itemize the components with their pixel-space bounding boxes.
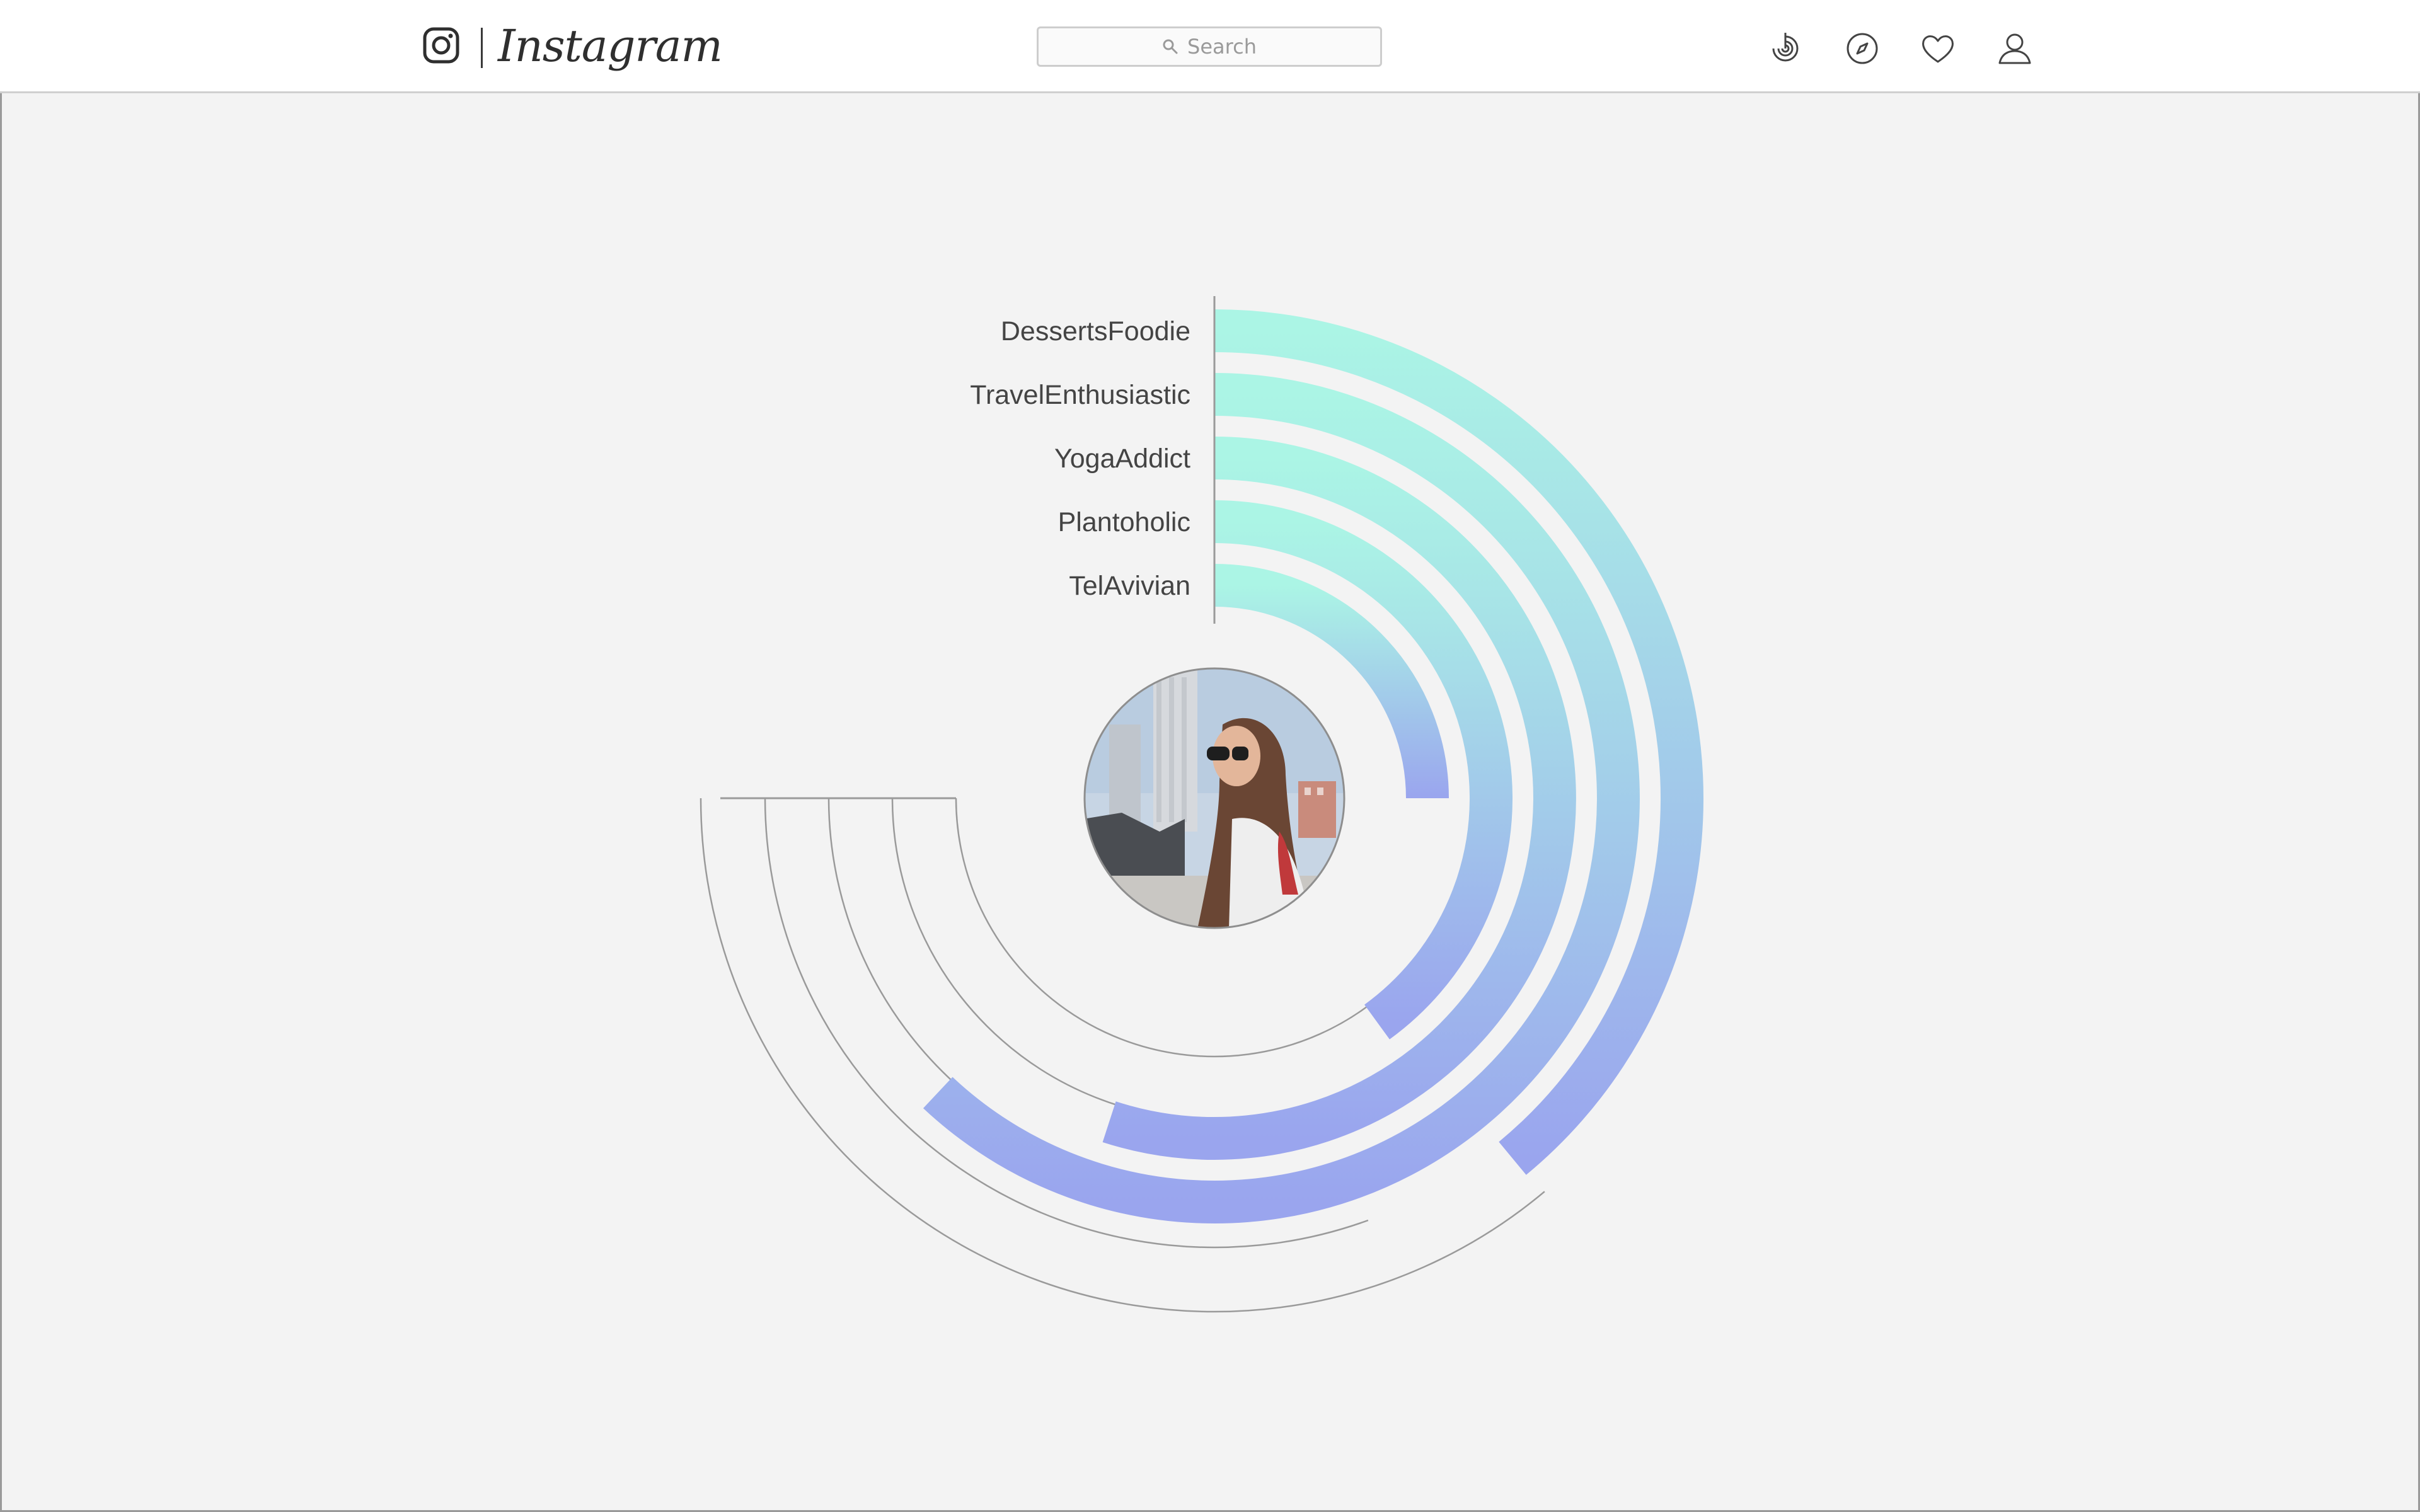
category-label: Plantoholic: [1058, 507, 1190, 537]
category-label: YogaAddict: [1054, 444, 1190, 474]
radial-bar-chart: DessertsFoodie TravelEnthusiastic YogaAddi…: [700, 296, 1704, 1313]
category-label: TelAvivian: [1069, 571, 1190, 601]
category-label: DessertsFoodie: [1001, 316, 1190, 346]
category-label: TravelEnthusiastic: [970, 380, 1190, 410]
avatar[interactable]: [1083, 667, 1345, 929]
category-labels: DessertsFoodie TravelEnthusiastic YogaAddi…: [970, 316, 1190, 601]
